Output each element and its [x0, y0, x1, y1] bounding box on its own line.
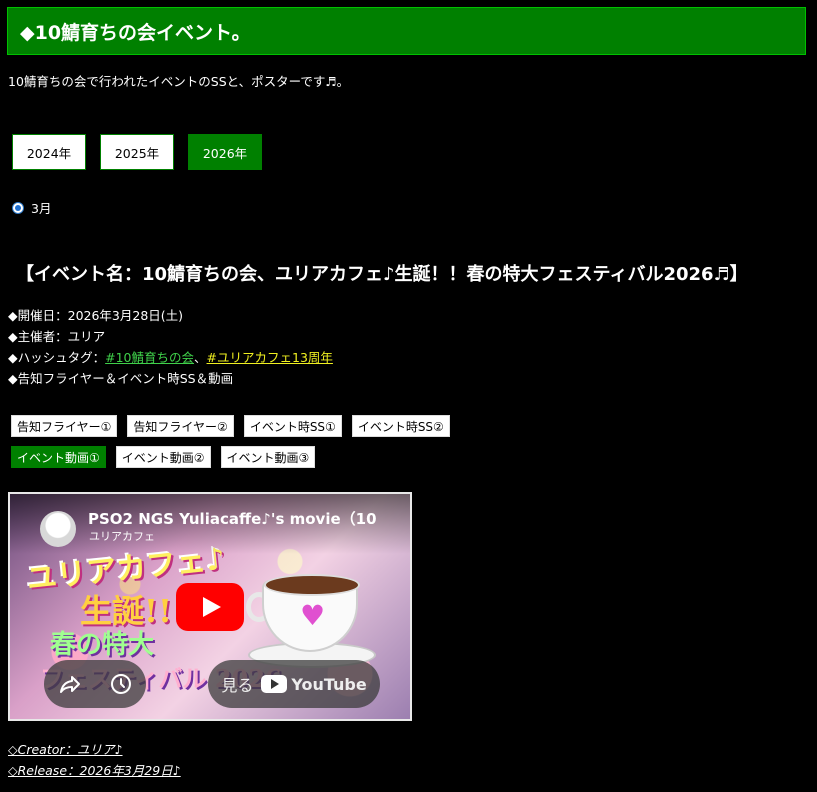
watch-on-youtube-button[interactable]: 見る YouTube — [208, 660, 380, 708]
flyer-2-button[interactable]: 告知フライヤー② — [127, 415, 234, 437]
youtube-label: YouTube — [291, 674, 367, 694]
creator-credit[interactable]: ◇Creator：ユリア♪ — [8, 739, 123, 758]
share-icon[interactable] — [58, 672, 82, 696]
event-info: ◆開催日：2026年3月28日(土) ◆主催者：ユリア ◆ハッシュタグ：#10鯖… — [8, 305, 333, 389]
hashtag-prefix: ◆ハッシュタグ： — [8, 350, 106, 365]
event-video-2-button[interactable]: イベント動画② — [115, 446, 211, 468]
youtube-logo-icon: YouTube — [261, 674, 367, 694]
event-video-1-button[interactable]: イベント動画① — [11, 446, 106, 468]
event-video-3-button[interactable]: イベント動画③ — [220, 446, 316, 468]
hashtag-link-yuliacafe[interactable]: #ユリアカフェ13周年 — [207, 350, 333, 365]
month-radio[interactable] — [12, 201, 24, 214]
channel-avatar[interactable] — [40, 511, 76, 547]
month-label: 3月 — [31, 201, 52, 216]
month-selector[interactable]: 3月 — [12, 198, 51, 217]
hashtag-separator: 、 — [194, 350, 207, 365]
event-ss-1-button[interactable]: イベント時SS① — [243, 415, 342, 437]
event-media-note: ◆告知フライヤー＆イベント時SS＆動画 — [8, 371, 234, 386]
event-title: 【イベント名：10鯖育ちの会、ユリアカフェ♪生誕！！春の特大フェスティバル202… — [16, 264, 748, 285]
year-tabs: 2024年 2025年 2026年 — [12, 134, 262, 170]
event-ss-2-button[interactable]: イベント時SS② — [351, 415, 450, 437]
heart-icon: ♥ — [300, 599, 326, 632]
tab-2024[interactable]: 2024年 — [12, 134, 86, 170]
tab-2025[interactable]: 2025年 — [100, 134, 174, 170]
video-embed[interactable]: ユリアカフェ♪ 生誕!! 春の特大 フェスティバル 2026 ♥ PSO2 NG… — [8, 492, 412, 721]
flyer-1-button[interactable]: 告知フライヤー① — [11, 415, 118, 437]
event-organizer: ◆主催者：ユリア — [8, 329, 106, 344]
tab-2026[interactable]: 2026年 — [188, 134, 262, 170]
watch-label: 見る — [221, 676, 254, 695]
video-title[interactable]: PSO2 NGS Yuliacaffe♪'s movie（10 — [88, 508, 377, 529]
event-hashtags: ◆ハッシュタグ：#10鯖育ちの会、#ユリアカフェ13周年 — [8, 347, 333, 368]
media-buttons-row-1: 告知フライヤー① 告知フライヤー② イベント時SS① イベント時SS② — [11, 415, 450, 437]
hashtag-link-10saba[interactable]: #10鯖育ちの会 — [105, 350, 194, 365]
video-channel-name[interactable]: ユリアカフェ — [89, 528, 155, 544]
play-icon[interactable] — [176, 583, 244, 631]
youtube-play-box-icon — [261, 675, 288, 693]
media-buttons-row-2: イベント動画① イベント動画② イベント動画③ — [11, 446, 316, 468]
video-actions-left — [44, 660, 146, 708]
event-date: ◆開催日：2026年3月28日(土) — [8, 308, 184, 323]
intro-text: 10鯖育ちの会で行われたイベントのSSと、ポスターです♬。 — [8, 74, 350, 89]
clock-icon[interactable] — [109, 672, 133, 696]
page-title: ◆10鯖育ちの会イベント。 — [20, 21, 251, 44]
thumbnail-art-line-3: 春の特大 — [50, 630, 155, 660]
coffee-surface-icon — [264, 574, 360, 596]
page-header: ◆10鯖育ちの会イベント。 — [7, 7, 806, 55]
release-credit[interactable]: ◇Release：2026年3月29日♪ — [8, 760, 181, 779]
